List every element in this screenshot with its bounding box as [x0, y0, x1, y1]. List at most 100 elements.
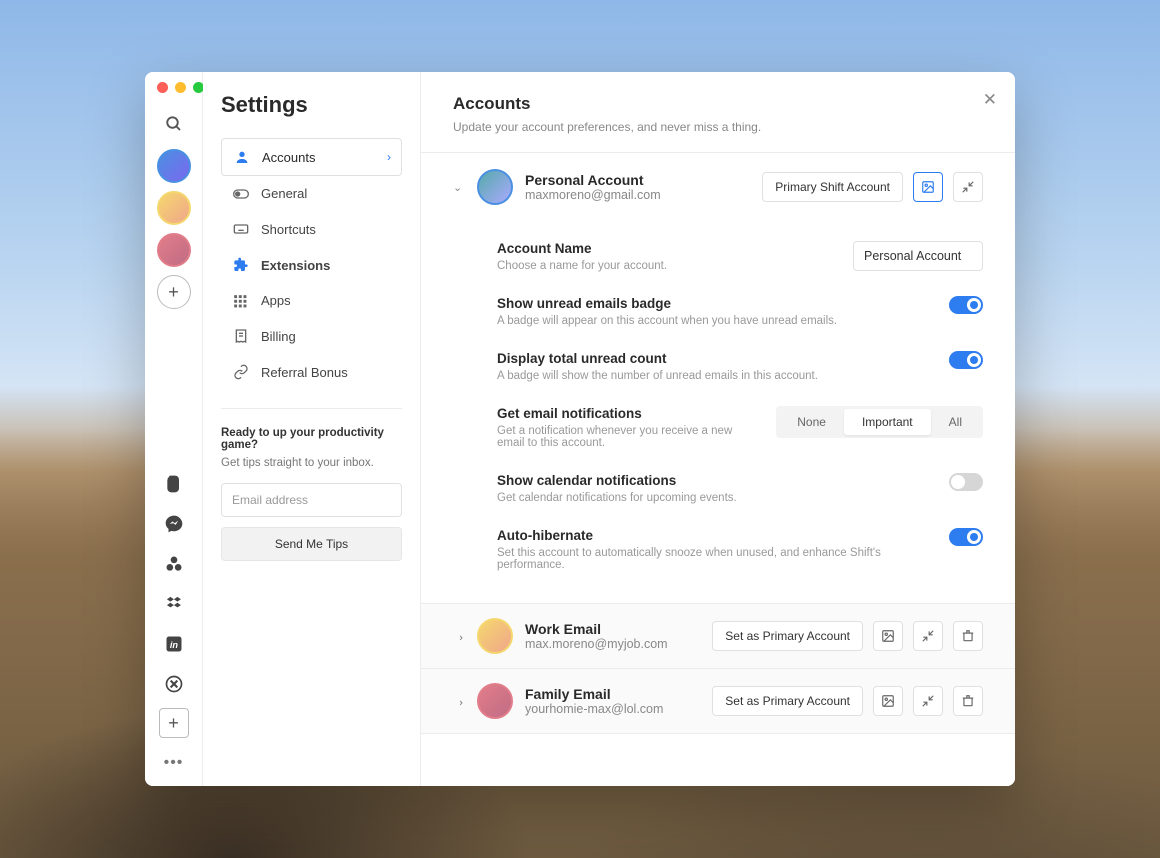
nav-label: Extensions	[261, 258, 330, 273]
user-icon	[234, 149, 250, 165]
keyboard-icon	[233, 221, 249, 237]
chevron-right-icon[interactable]: ⌄	[453, 630, 466, 642]
account-block-family: ⌄ Family Email yourhomie-max@lol.com Set…	[421, 669, 1015, 734]
account-email: max.moreno@myjob.com	[525, 637, 700, 651]
nav-accounts[interactable]: Accounts ›	[221, 138, 402, 176]
add-app-button[interactable]: +	[159, 708, 189, 738]
setting-desc: Set this account to automatically snooze…	[497, 547, 929, 571]
tips-email-input[interactable]	[221, 483, 402, 517]
expand-button[interactable]	[913, 621, 943, 651]
setting-title: Display total unread count	[497, 351, 929, 366]
delete-button[interactable]	[953, 621, 983, 651]
account-actions: Set as Primary Account	[712, 621, 983, 651]
account-avatar-1[interactable]	[157, 149, 191, 183]
seg-important[interactable]: Important	[844, 409, 931, 435]
nav-shortcuts[interactable]: Shortcuts	[221, 211, 402, 247]
nav-billing[interactable]: Billing	[221, 318, 402, 354]
main-panel: ✕ Accounts Update your account preferenc…	[421, 72, 1015, 786]
page-subtitle: Update your account preferences, and nev…	[453, 120, 983, 134]
evernote-icon[interactable]	[164, 474, 184, 494]
account-block-personal: ⌄ Personal Account maxmoreno@gmail.com P…	[421, 153, 1015, 604]
setting-unread-badge: Show unread emails badge A badge will ap…	[497, 284, 983, 339]
main-header: Accounts Update your account preferences…	[421, 72, 1015, 153]
account-actions: Set as Primary Account	[712, 686, 983, 716]
toggle-total-unread[interactable]	[949, 351, 983, 369]
leftbar: + in + •••	[145, 72, 203, 786]
account-info: Work Email max.moreno@myjob.com	[525, 621, 700, 651]
setting-account-name: Account Name Choose a name for your acco…	[497, 229, 983, 284]
close-dot[interactable]	[157, 82, 168, 93]
setting-desc: Choose a name for your account.	[497, 260, 833, 272]
account-name: Family Email	[525, 686, 700, 702]
change-photo-button[interactable]	[873, 686, 903, 716]
chevron-right-icon: ›	[387, 150, 391, 164]
divider	[221, 408, 402, 409]
window-controls[interactable]	[145, 82, 204, 93]
dropbox-icon[interactable]	[164, 594, 184, 614]
account-avatar-3[interactable]	[157, 233, 191, 267]
page-title: Accounts	[453, 94, 983, 114]
segmented-email-notif[interactable]: None Important All	[776, 406, 983, 438]
set-primary-button[interactable]: Set as Primary Account	[712, 686, 863, 716]
account-info: Family Email yourhomie-max@lol.com	[525, 686, 700, 716]
account-block-work: ⌄ Work Email max.moreno@myjob.com Set as…	[421, 604, 1015, 669]
delete-button[interactable]	[953, 686, 983, 716]
nav-apps[interactable]: Apps	[221, 283, 402, 318]
chevron-down-icon[interactable]: ⌄	[453, 181, 465, 194]
tips-title: Ready to up your productivity game?	[221, 427, 402, 451]
setting-title: Get email notifications	[497, 406, 756, 421]
setting-calendar-notif: Show calendar notifications Get calendar…	[497, 461, 983, 516]
toggle-calendar-notif[interactable]	[949, 473, 983, 491]
setting-email-notif: Get email notifications Get a notificati…	[497, 394, 983, 461]
nav-general[interactable]: General	[221, 176, 402, 211]
tips-send-button[interactable]: Send Me Tips	[221, 527, 402, 561]
svg-text:in: in	[169, 640, 178, 650]
chevron-right-icon[interactable]: ⌄	[453, 695, 466, 707]
asana-icon[interactable]	[164, 554, 184, 574]
settings-title: Settings	[221, 92, 402, 118]
nav-label: Apps	[261, 293, 291, 308]
account-header[interactable]: ⌄ Family Email yourhomie-max@lol.com Set…	[421, 669, 1015, 733]
expand-button[interactable]	[913, 686, 943, 716]
account-header[interactable]: ⌄ Work Email max.moreno@myjob.com Set as…	[421, 604, 1015, 668]
nav-label: Accounts	[262, 150, 315, 165]
change-photo-button[interactable]	[913, 172, 943, 202]
toggle-auto-hibernate[interactable]	[949, 528, 983, 546]
receipt-icon	[233, 328, 249, 344]
puzzle-icon	[233, 257, 249, 273]
account-email: yourhomie-max@lol.com	[525, 702, 700, 716]
toggle-unread-badge[interactable]	[949, 296, 983, 314]
seg-none[interactable]: None	[779, 409, 844, 435]
avatar	[477, 618, 513, 654]
avatar	[477, 169, 513, 205]
account-email: maxmoreno@gmail.com	[525, 188, 750, 202]
search-icon[interactable]	[165, 115, 183, 133]
toggle-icon	[233, 189, 249, 199]
tips-subtitle: Get tips straight to your inbox.	[221, 457, 402, 469]
settings-sidepanel: Settings Accounts › General Shortcuts Ex…	[203, 72, 421, 786]
nav-referral[interactable]: Referral Bonus	[221, 354, 402, 390]
add-account-button[interactable]: +	[157, 275, 191, 309]
slack-icon[interactable]	[164, 674, 184, 694]
more-icon[interactable]: •••	[164, 754, 184, 772]
setting-desc: A badge will appear on this account when…	[497, 315, 929, 327]
account-name-input[interactable]	[853, 241, 983, 271]
nav-label: Shortcuts	[261, 222, 316, 237]
nav-label: Billing	[261, 329, 296, 344]
messenger-icon[interactable]	[164, 514, 184, 534]
link-icon	[233, 364, 249, 380]
nav-extensions[interactable]: Extensions	[221, 247, 402, 283]
account-avatar-2[interactable]	[157, 191, 191, 225]
account-name: Work Email	[525, 621, 700, 637]
change-photo-button[interactable]	[873, 621, 903, 651]
seg-all[interactable]: All	[931, 409, 980, 435]
primary-account-button[interactable]: Primary Shift Account	[762, 172, 903, 202]
account-header[interactable]: ⌄ Personal Account maxmoreno@gmail.com P…	[421, 153, 1015, 221]
invision-icon[interactable]: in	[164, 634, 184, 654]
collapse-button[interactable]	[953, 172, 983, 202]
setting-title: Auto-hibernate	[497, 528, 929, 543]
set-primary-button[interactable]: Set as Primary Account	[712, 621, 863, 651]
grid-icon	[233, 294, 249, 308]
setting-total-unread: Display total unread count A badge will …	[497, 339, 983, 394]
minimize-dot[interactable]	[175, 82, 186, 93]
